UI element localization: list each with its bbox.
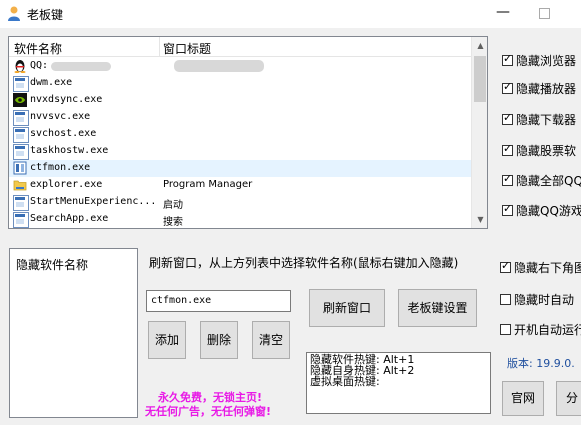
checkbox-hide-browser[interactable]: 隐藏浏览器 <box>502 52 576 69</box>
process-name: svchost.exe <box>30 128 97 139</box>
exe-icon <box>13 127 29 143</box>
exe-icon <box>13 195 29 211</box>
nvidia-icon <box>13 93 27 107</box>
process-name: nvxdsync.exe <box>30 94 103 105</box>
process-name: explorer.exe <box>30 179 103 190</box>
selected-software-input[interactable]: ctfmon.exe <box>146 290 291 312</box>
checkbox-unchecked-icon <box>500 294 511 305</box>
title-bar: 老板键 — <box>0 0 581 28</box>
list-row[interactable]: QQ: <box>9 58 471 75</box>
list-row-selected[interactable]: ctfmon.exe <box>9 160 471 177</box>
hotkey-virtual-desktop: 虚拟桌面热键: <box>310 375 380 388</box>
exe-icon <box>13 76 29 92</box>
checkbox-hide-stock-software[interactable]: 隐藏股票软 <box>502 142 576 159</box>
add-button[interactable]: 添加 <box>148 321 186 359</box>
checkbox-checked-icon <box>502 142 513 156</box>
list-header: 软件名称 窗口标题 <box>9 37 471 57</box>
checkbox-label: 隐藏下载器 <box>516 113 577 127</box>
exe-icon <box>13 110 29 126</box>
exe-icon <box>13 212 29 228</box>
website-button[interactable]: 官网 <box>502 381 544 416</box>
checkbox-label: 隐藏全部QQ <box>516 174 581 188</box>
maximize-button[interactable] <box>532 2 558 24</box>
list-row[interactable]: nvvsvc.exe <box>9 109 471 126</box>
refresh-hint: 刷新窗口，从上方列表中选择软件名称(鼠标右键加入隐藏) <box>149 256 459 270</box>
checkbox-checked-icon <box>500 259 511 273</box>
process-list[interactable]: 软件名称 窗口标题 QQ: dwm.exe nvxdsync.exe nvvsv… <box>8 36 488 229</box>
checkbox-label: 隐藏QQ游戏 <box>516 204 581 218</box>
promo-no-ads-text: 无任何广告，无任何弹窗! <box>145 405 272 418</box>
app-person-icon <box>8 6 20 21</box>
checkbox-checked-icon <box>502 202 513 216</box>
hotkey-info-box[interactable]: 隐藏软件热键: Alt+1 隐藏自身热键: Alt+2 虚拟桌面热键: <box>306 352 491 414</box>
list-row[interactable]: dwm.exe <box>9 75 471 92</box>
window-title-cell: Program Manager <box>163 179 253 190</box>
list-row[interactable]: StartMenuExperienc... 启动 <box>9 194 471 211</box>
checkbox-label: 隐藏时自动 <box>514 293 575 307</box>
hidden-list-header: 隐藏软件名称 <box>16 258 89 272</box>
redacted-blur <box>174 60 264 72</box>
list-row[interactable]: nvxdsync.exe <box>9 92 471 109</box>
process-name: SearchApp.exe <box>30 213 109 224</box>
window-title-cell: 启动 <box>163 200 183 211</box>
vertical-scrollbar[interactable]: ▲ ▼ <box>471 37 487 228</box>
window-title: 老板键 <box>27 8 64 22</box>
process-name: taskhostw.exe <box>30 145 109 156</box>
exe-icon <box>13 144 29 160</box>
checkbox-label: 隐藏播放器 <box>516 82 577 96</box>
share-button[interactable]: 分 <box>556 381 581 416</box>
scroll-down-arrow-icon[interactable]: ▼ <box>472 211 487 228</box>
checkbox-hide-tray-icon[interactable]: 隐藏右下角图 <box>500 259 581 276</box>
checkbox-checked-icon <box>502 172 513 186</box>
checkbox-hide-downloader[interactable]: 隐藏下载器 <box>502 111 576 128</box>
list-row[interactable]: explorer.exe Program Manager <box>9 177 471 194</box>
column-header-name[interactable]: 软件名称 <box>14 40 62 57</box>
process-name: StartMenuExperienc... <box>30 196 157 207</box>
window-title-cell: 搜索 <box>163 217 183 228</box>
delete-button[interactable]: 删除 <box>200 321 238 359</box>
checkbox-hide-all-qq[interactable]: 隐藏全部QQ <box>502 172 581 189</box>
maximize-icon <box>539 8 550 19</box>
hidden-software-list[interactable]: 隐藏软件名称 <box>9 248 138 418</box>
list-row[interactable]: SearchApp.exe 搜索 <box>9 211 471 228</box>
checkbox-label: 隐藏股票软 <box>516 144 577 158</box>
redacted-blur <box>51 62 111 71</box>
process-name: ctfmon.exe <box>30 162 91 173</box>
checkbox-auto-on-hide[interactable]: 隐藏时自动 <box>500 291 574 308</box>
process-name: nvvsvc.exe <box>30 111 91 122</box>
checkbox-hide-player[interactable]: 隐藏播放器 <box>502 80 576 97</box>
checkbox-checked-icon <box>502 80 513 94</box>
qq-penguin-icon <box>14 60 26 73</box>
scroll-thumb[interactable] <box>474 56 486 102</box>
column-divider[interactable] <box>159 37 160 57</box>
clear-button[interactable]: 清空 <box>252 321 290 359</box>
process-name: QQ: <box>30 60 49 71</box>
scroll-up-arrow-icon[interactable]: ▲ <box>472 37 487 54</box>
checkbox-checked-icon <box>502 52 513 66</box>
checkbox-checked-icon <box>502 111 513 125</box>
checkbox-hide-qq-games[interactable]: 隐藏QQ游戏 <box>502 202 581 219</box>
checkbox-label: 隐藏浏览器 <box>516 54 577 68</box>
list-row[interactable]: taskhostw.exe <box>9 143 471 160</box>
minimize-button[interactable]: — <box>490 2 516 24</box>
folder-icon <box>13 180 27 191</box>
boss-key-settings-button[interactable]: 老板键设置 <box>398 289 477 327</box>
column-header-title[interactable]: 窗口标题 <box>163 40 211 57</box>
version-label: 版本: 19.9.0. <box>507 357 575 370</box>
process-name: dwm.exe <box>30 77 73 88</box>
checkbox-unchecked-icon <box>500 324 511 335</box>
ctfmon-icon <box>13 161 27 175</box>
checkbox-label: 开机自动运行 <box>514 323 581 337</box>
refresh-window-button[interactable]: 刷新窗口 <box>309 289 385 327</box>
checkbox-run-at-startup[interactable]: 开机自动运行 <box>500 321 581 338</box>
checkbox-label: 隐藏右下角图 <box>514 261 581 275</box>
list-row[interactable]: svchost.exe <box>9 126 471 143</box>
